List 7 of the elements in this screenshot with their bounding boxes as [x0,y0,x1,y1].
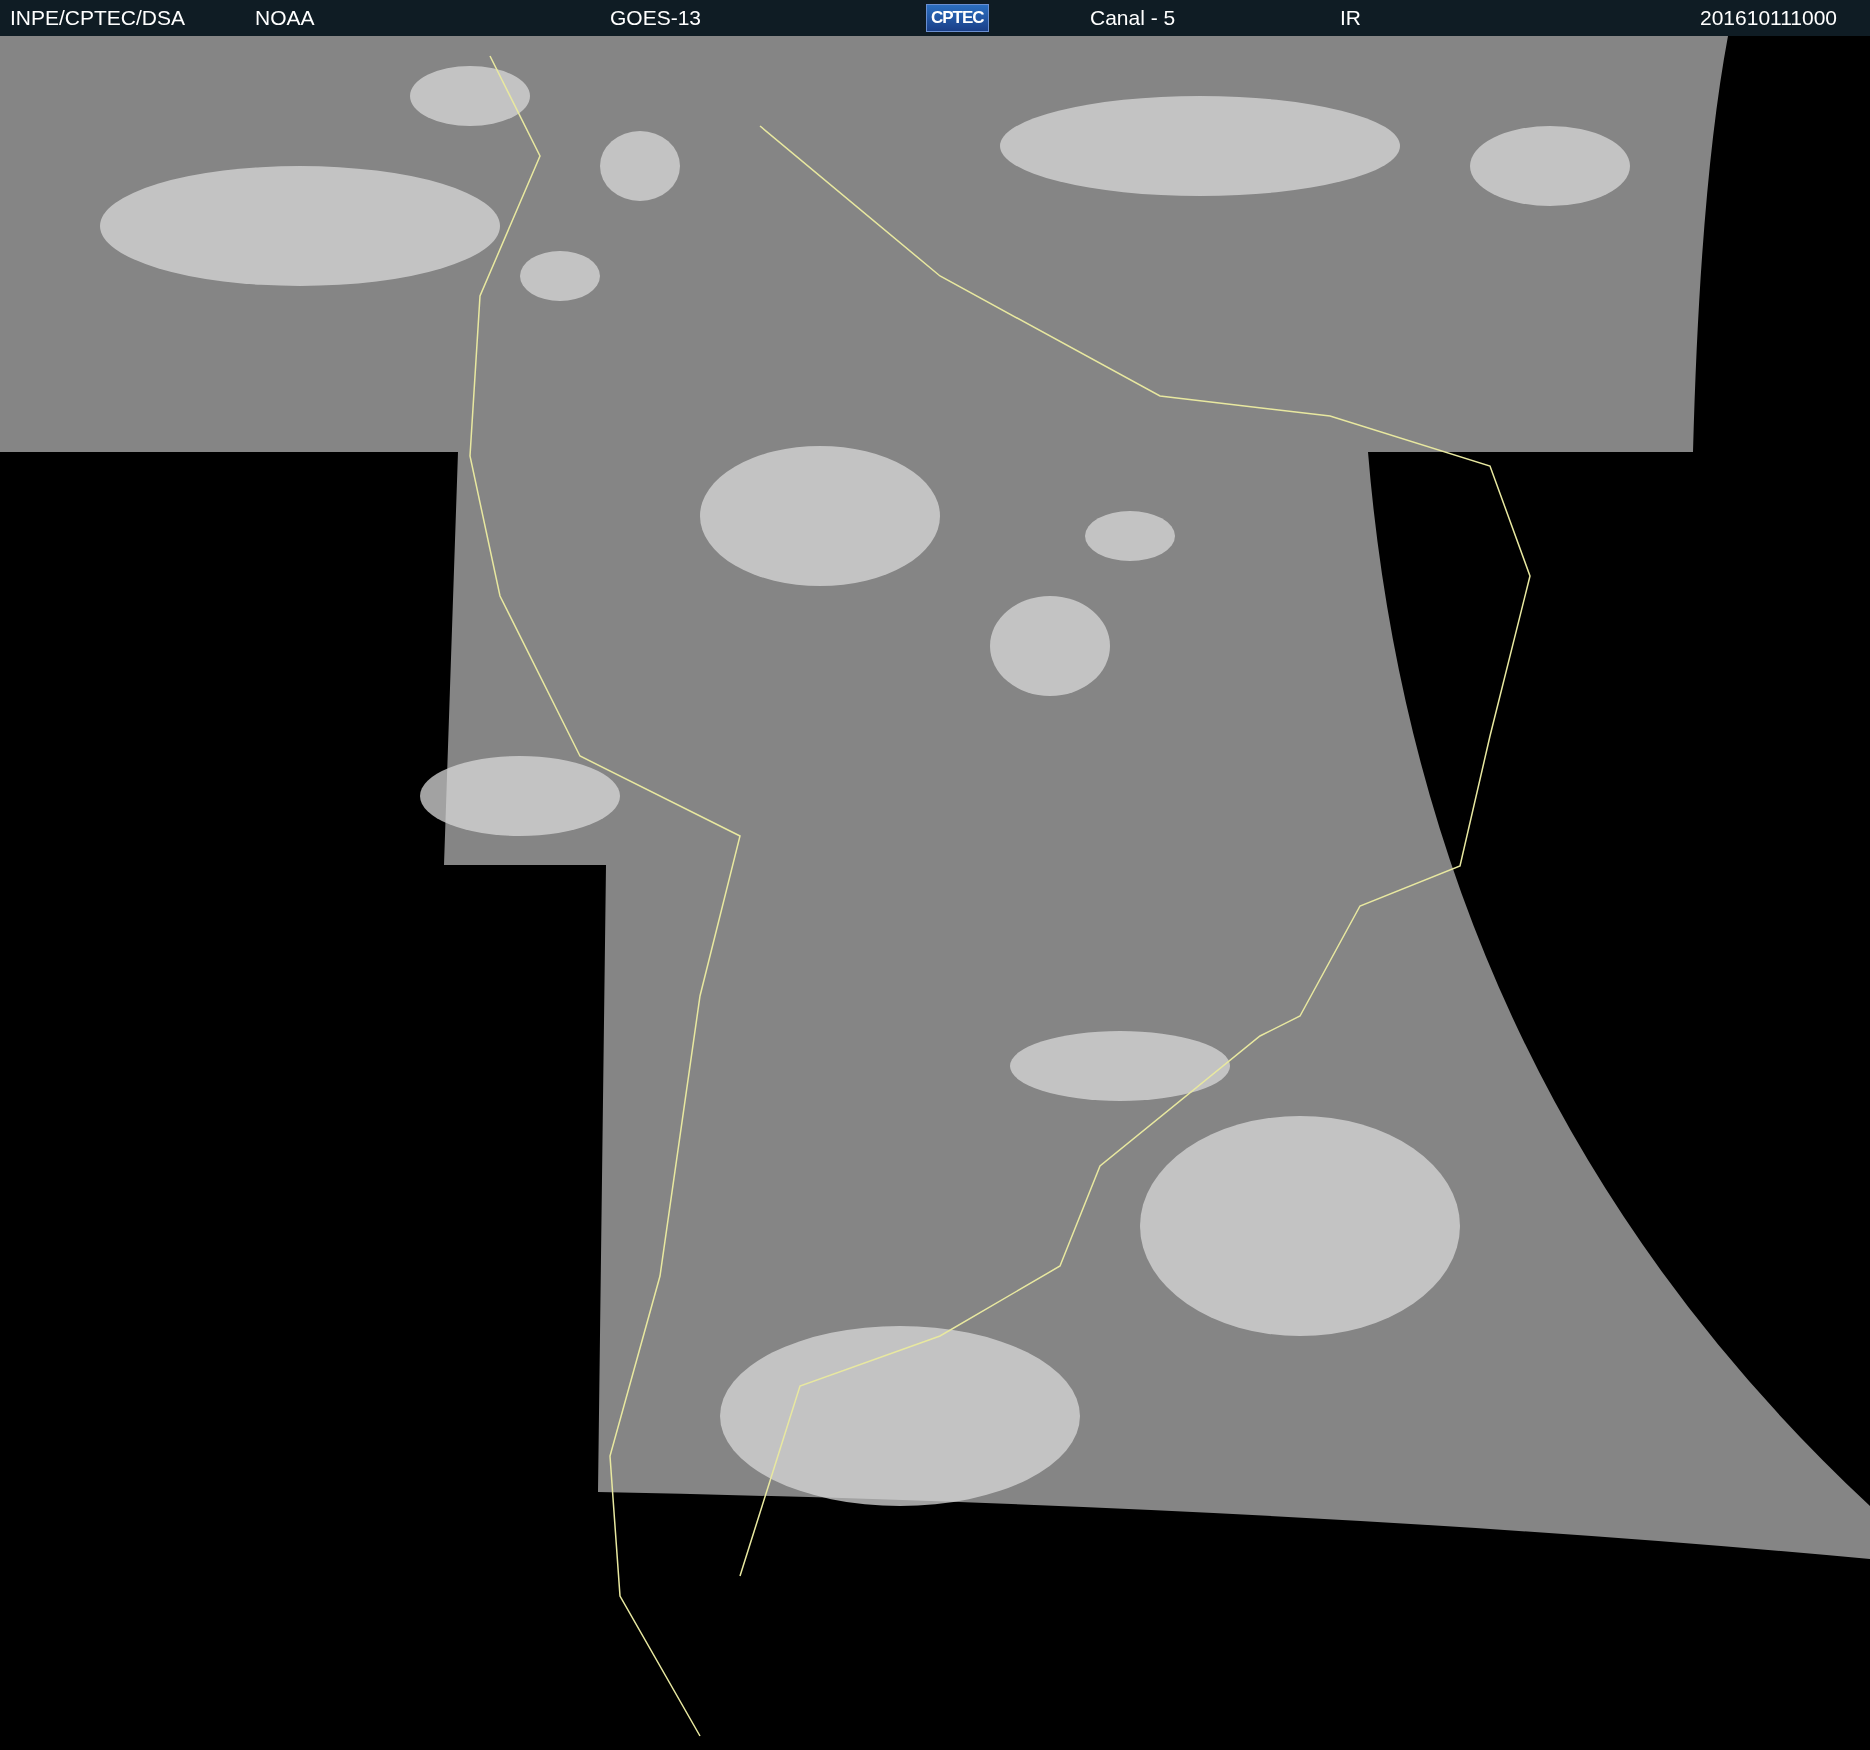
header-label: Canal - 5 [1090,6,1177,30]
cptec-logo: CPTEC [926,4,989,32]
header-label: IR [1340,6,1362,30]
header-label: GOES-13 [610,6,703,30]
header-label: 201610111000 [1700,6,1839,30]
header-label: NOAA [255,6,316,30]
header-label: INPE/CPTEC/DSA [10,6,187,30]
